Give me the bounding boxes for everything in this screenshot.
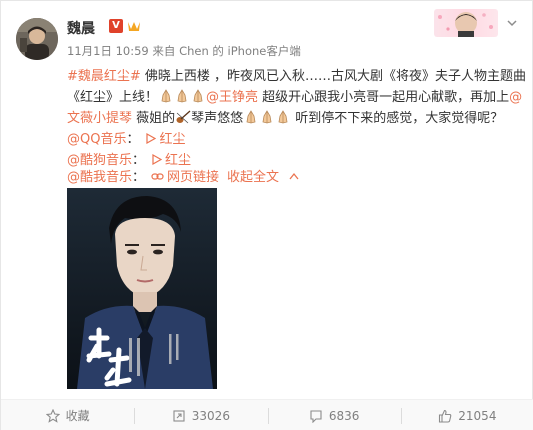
chevron-down-icon[interactable] (506, 17, 518, 29)
comment-count: 6836 (328, 408, 360, 423)
thumbs-up-icon (439, 409, 452, 423)
action-bar: 收藏 33026 6836 21054 (1, 399, 533, 430)
post-text-line-2: 《红尘》上线！ @王铮亮 超级开心跟我小亮哥一起用心献歌，再加上@ (67, 87, 522, 108)
post-text-line-3: 文薇小提琴 薇姐的 琴声悠悠 听到停不下来的感觉，大家觉得呢？ (67, 108, 517, 129)
repost-count: 33026 (191, 408, 230, 423)
vip-icon[interactable] (127, 20, 141, 32)
post-text-segment: 佛晓上西楼 ，昨夜风已入秋……古风大剧《将夜》夫子人物主题曲 (140, 69, 527, 84)
hashtag-link[interactable]: #魏晨红尘# (67, 69, 141, 84)
play-icon (152, 154, 163, 165)
favorite-button[interactable]: 收藏 (1, 400, 134, 430)
comment-button[interactable]: 6836 (267, 400, 401, 430)
platform-link[interactable]: @酷我音乐 (67, 170, 132, 185)
comment-icon (310, 409, 322, 423)
post-text-line-1: #魏晨红尘# 佛晓上西楼 ，昨夜风已入秋……古风大剧《将夜》夫子人物主题曲 (67, 66, 526, 87)
violin-emoji (176, 110, 191, 124)
post-source[interactable]: Chen 的 iPhone客户端 (179, 44, 301, 58)
avatar[interactable] (16, 18, 58, 60)
separator: ： (126, 132, 140, 147)
like-button[interactable]: 21054 (400, 400, 533, 430)
play-icon (146, 133, 157, 144)
song-link[interactable]: 红尘 (159, 132, 185, 147)
card-badge[interactable] (434, 9, 498, 37)
mention-link[interactable]: @王铮亮 (206, 90, 258, 105)
source-prefix: 来自 (152, 44, 176, 58)
favorite-label: 收藏 (65, 409, 90, 423)
repost-icon (173, 409, 185, 422)
pray-emoji (246, 110, 256, 124)
weibo-post-card: 魏晨 V 11月1日 10:59 来自 Chen 的 iPhone客户端 #魏晨… (0, 0, 533, 430)
pray-emoji (262, 110, 272, 124)
like-count: 21054 (458, 408, 497, 423)
up-icon[interactable] (289, 172, 299, 180)
post-text-segment: 薇姐的 (132, 111, 176, 126)
username[interactable]: 魏晨 (67, 18, 95, 38)
post-text-segment: 听到停不下来的感觉，大家觉得呢？ (291, 111, 504, 126)
pray-emoji (193, 89, 203, 103)
music-link-row: @QQ音乐： 红尘 (67, 128, 186, 147)
platform-link[interactable]: @QQ音乐 (67, 132, 126, 147)
post-text: #魏晨红尘# 佛晓上西楼 ，昨夜风已入秋……古风大剧《将夜》夫子人物主题曲 《红… (67, 66, 526, 129)
collapse-text-link[interactable]: 收起全文 (227, 170, 279, 185)
verified-icon[interactable]: V (109, 19, 123, 33)
post-time[interactable]: 11月1日 10:59 (67, 44, 149, 58)
post-image[interactable] (67, 188, 217, 389)
post-text-segment: 琴声悠悠 (191, 111, 244, 126)
mention-link[interactable]: @ (509, 90, 522, 105)
post-text-segment: 《红尘》上线！ (67, 90, 159, 105)
post-meta: 11月1日 10:59 来自 Chen 的 iPhone客户端 (67, 43, 301, 59)
post-text-segment: 超级开心跟我小亮哥一起用心献歌，再加上 (258, 90, 510, 105)
star-icon (45, 408, 60, 423)
web-link[interactable]: 网页链接 (167, 170, 219, 185)
pray-emoji (161, 89, 171, 103)
separator: ： (132, 170, 146, 185)
web-link-row: @酷我音乐： 网页链接 收起全文 (67, 166, 299, 185)
repost-button[interactable]: 33026 (134, 400, 267, 430)
pray-emoji (177, 89, 187, 103)
link-icon (151, 173, 164, 180)
mention-link[interactable]: 文薇小提琴 (67, 111, 132, 126)
pray-emoji (278, 110, 288, 124)
